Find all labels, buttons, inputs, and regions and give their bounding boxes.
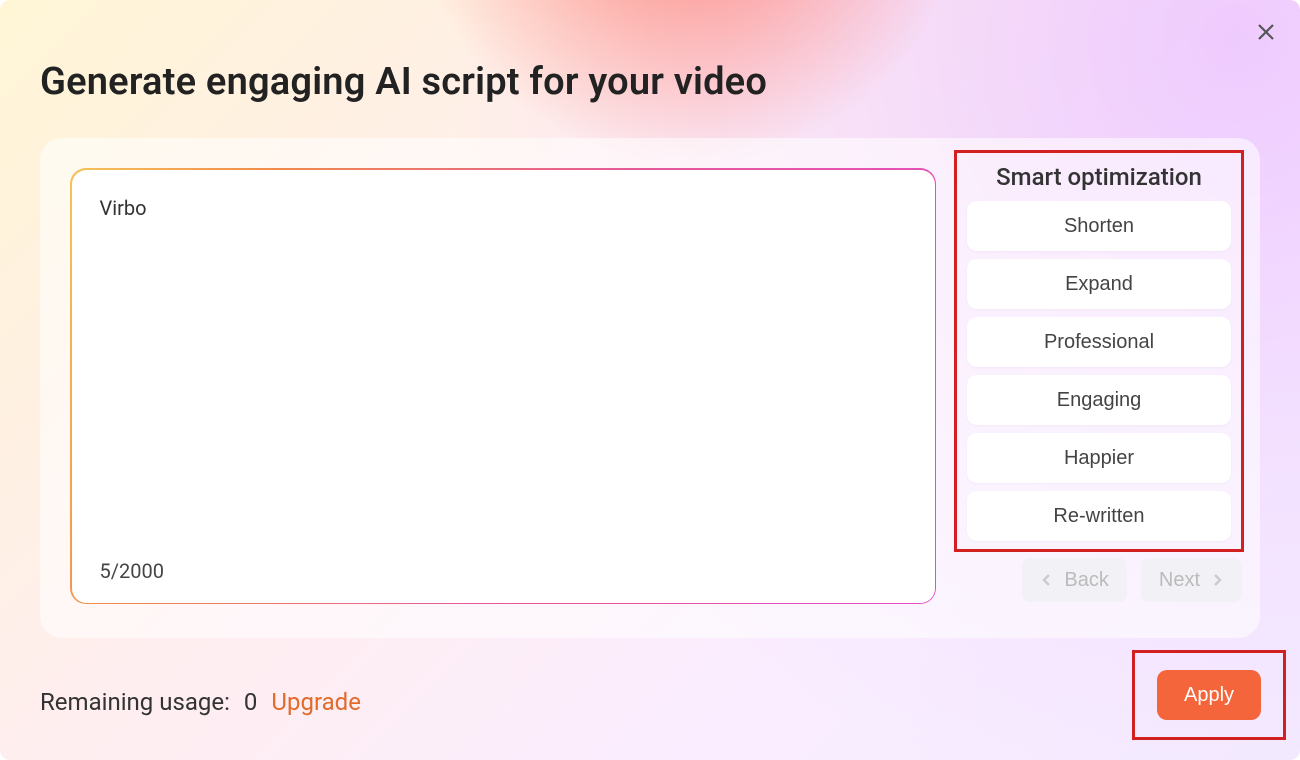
option-professional[interactable]: Professional (967, 317, 1231, 367)
editor-text: Virbo (100, 196, 907, 220)
remaining-usage-label: Remaining usage: (40, 688, 230, 716)
page-title: Generate engaging AI script for your vid… (40, 60, 767, 104)
ai-script-modal: Generate engaging AI script for your vid… (0, 0, 1300, 760)
script-editor[interactable]: Virbo 5/2000 (72, 170, 935, 603)
next-button[interactable]: Next (1141, 558, 1242, 602)
content-card: Virbo 5/2000 Smart optimization Shorten … (40, 138, 1260, 638)
smart-optimization-title: Smart optimization (967, 163, 1231, 191)
option-shorten[interactable]: Shorten (967, 201, 1231, 251)
option-rewritten[interactable]: Re-written (967, 491, 1231, 541)
next-label: Next (1159, 569, 1200, 592)
close-button[interactable] (1252, 18, 1280, 46)
chevron-left-icon (1040, 573, 1054, 587)
editor-border: Virbo 5/2000 (70, 168, 936, 604)
chevron-right-icon (1210, 573, 1224, 587)
option-engaging[interactable]: Engaging (967, 375, 1231, 425)
apply-button[interactable]: Apply (1157, 670, 1261, 720)
option-expand[interactable]: Expand (967, 259, 1231, 309)
nav-row: Back Next (1022, 558, 1242, 602)
char-count: 5/2000 (100, 559, 164, 583)
usage-footer: Remaining usage: 0 Upgrade (40, 688, 361, 716)
back-button[interactable]: Back (1022, 558, 1126, 602)
apply-highlight: Apply (1132, 650, 1286, 740)
option-happier[interactable]: Happier (967, 433, 1231, 483)
back-label: Back (1064, 569, 1108, 592)
remaining-usage-value: 0 (244, 688, 258, 716)
smart-optimization-panel: Smart optimization Shorten Expand Profes… (954, 150, 1244, 552)
upgrade-link[interactable]: Upgrade (271, 688, 361, 716)
close-icon (1257, 23, 1275, 41)
